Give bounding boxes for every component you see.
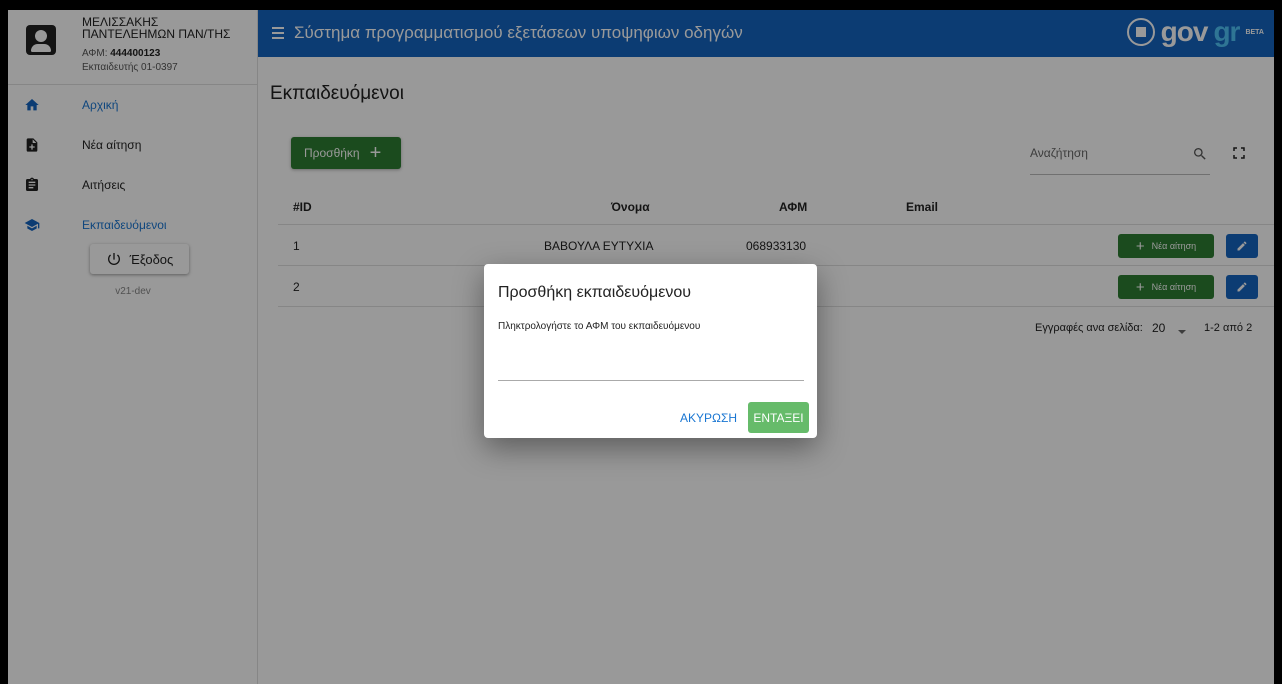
add-trainee-dialog: Προσθήκη εκπαιδευόμενου Πληκτρολογήστε τ… bbox=[484, 264, 817, 438]
afm-input[interactable] bbox=[498, 350, 804, 381]
dialog-text: Πληκτρολογήστε το ΑΦΜ του εκπαιδευόμενου bbox=[498, 321, 701, 332]
ok-button[interactable]: ΕΝΤΑΞΕΙ bbox=[748, 402, 809, 433]
dialog-title: Προσθήκη εκπαιδευόμενου bbox=[498, 284, 692, 301]
app-window: ΜΕΛΙΣΣΑΚΗΣ ΠΑΝΤΕΛΕΗΜΩΝ ΠΑΝ/ΤΗΣ ΑΦΜ: 4444… bbox=[8, 10, 1274, 684]
cancel-button[interactable]: ΑΚΥΡΩΣΗ bbox=[680, 411, 737, 425]
